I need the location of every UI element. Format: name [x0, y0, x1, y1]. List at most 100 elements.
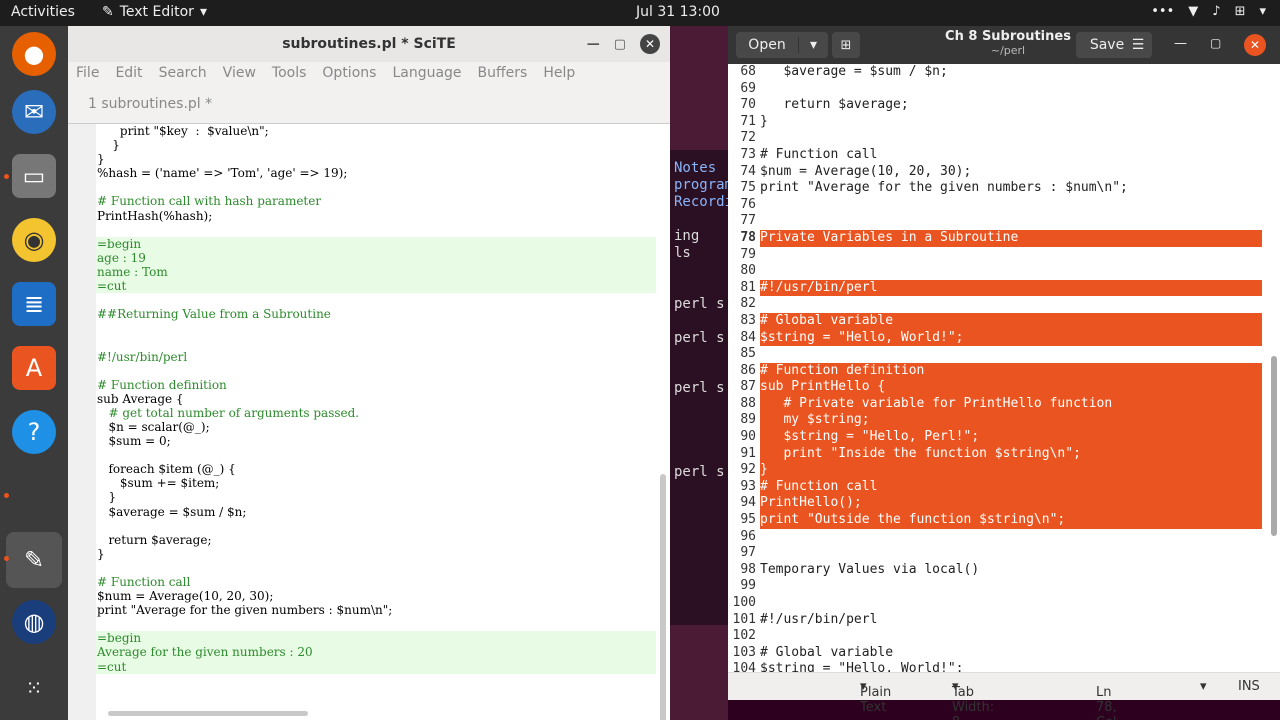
code-line[interactable]: 98 Temporary Values via local() [728, 562, 1280, 579]
code-line[interactable]: } [96, 138, 656, 152]
gedit-editor[interactable]: 68 $average = $sum / $n; 69 70 return $ave… [728, 64, 1280, 672]
line-text[interactable]: # Function call [760, 147, 877, 164]
code-line[interactable]: PrintHash(%hash); [96, 209, 656, 223]
code-line[interactable]: 80 [728, 263, 1280, 280]
gedit-headerbar[interactable]: Open ▾ ⊞ Ch 8 Subroutines ~/perl Save ☰ … [728, 26, 1280, 64]
code-line[interactable]: 79 [728, 247, 1280, 264]
line-text[interactable]: sub PrintHello { [760, 379, 1262, 396]
code-line[interactable]: 82 [728, 296, 1280, 313]
code-line[interactable]: 97 [728, 545, 1280, 562]
line-text[interactable]: print "Average for the given numbers : $… [760, 180, 1128, 197]
network-icon[interactable]: ⊞ [1235, 4, 1246, 19]
code-area[interactable]: print "$key : $value\n"; }} %hash = ('nam… [96, 124, 656, 674]
line-text[interactable]: $average = $sum / $n; [760, 64, 947, 81]
code-line[interactable]: age : 19 [96, 250, 656, 265]
code-line[interactable] [96, 519, 656, 533]
code-line[interactable]: 76 [728, 197, 1280, 214]
code-line[interactable]: $average = $sum / $n; [96, 505, 656, 519]
code-line[interactable]: #!/usr/bin/perl [96, 350, 656, 364]
code-line[interactable]: 88 # Private variable for PrintHello fun… [728, 395, 1280, 413]
line-text[interactable]: #!/usr/bin/perl [760, 612, 877, 629]
line-text[interactable]: return $average; [760, 97, 908, 114]
code-line[interactable]: print "Average for the given numbers : $… [96, 603, 656, 617]
code-line[interactable]: 91 print "Inside the function $string\n"… [728, 445, 1280, 463]
line-text[interactable]: } [760, 462, 1262, 479]
scite-editor[interactable]: print "$key : $value\n"; }} %hash = ('nam… [68, 124, 670, 720]
code-line[interactable]: $sum = 0; [96, 434, 656, 448]
code-line[interactable] [96, 293, 656, 307]
menu-tools[interactable]: Tools [272, 65, 307, 81]
code-line[interactable]: 75 print "Average for the given numbers :… [728, 180, 1280, 197]
code-line[interactable]: =cut [96, 659, 656, 674]
code-line[interactable]: =cut [96, 279, 656, 294]
menu-options[interactable]: Options [322, 65, 376, 81]
code-line[interactable]: } [96, 490, 656, 504]
code-line[interactable]: 68 $average = $sum / $n; [728, 64, 1280, 81]
line-text[interactable]: Private Variables in a Subroutine [760, 229, 1262, 247]
code-line[interactable]: 101 #!/usr/bin/perl [728, 612, 1280, 629]
app-menu[interactable]: ✎ Text Editor ▾ [102, 4, 207, 20]
line-text[interactable]: # Function call [760, 478, 1262, 496]
code-line[interactable]: 89 my $string; [728, 412, 1280, 430]
line-text[interactable]: my $string; [760, 412, 1262, 430]
menu-view[interactable]: View [223, 65, 256, 81]
code-line[interactable]: 70 return $average; [728, 97, 1280, 114]
line-text[interactable]: Temporary Values via local() [760, 562, 979, 579]
vertical-scrollbar[interactable] [660, 474, 666, 720]
code-line[interactable]: 73 # Function call [728, 147, 1280, 164]
menu-file[interactable]: File [76, 65, 99, 81]
wifi-icon[interactable]: ▼ [1188, 4, 1198, 19]
rhythmbox-icon[interactable]: ◉ [12, 218, 56, 262]
code-line[interactable]: } [96, 152, 656, 166]
scite-titlebar[interactable]: subroutines.pl * SciTE — ▢ ✕ [68, 26, 670, 62]
code-line[interactable]: 86 # Function definition [728, 362, 1280, 380]
line-text[interactable]: # Function definition [760, 362, 1262, 380]
code-line[interactable]: $num = Average(10, 20, 30); [96, 589, 656, 603]
writer-icon[interactable]: ≣ [12, 282, 56, 326]
code-line[interactable]: 78 Private Variables in a Subroutine [728, 229, 1280, 247]
code-line[interactable]: 95 print "Outside the function $string\n"… [728, 512, 1280, 529]
app-grid-icon[interactable]: ⁙ [12, 666, 56, 710]
line-text[interactable]: $string = "Hello, Perl!"; [760, 429, 1262, 446]
code-line[interactable]: 74 $num = Average(10, 20, 30); [728, 164, 1280, 181]
code-line[interactable]: print "$key : $value\n"; [96, 124, 656, 138]
line-text[interactable]: $num = Average(10, 20, 30); [760, 164, 971, 181]
text-editor-icon[interactable]: ✎ [6, 532, 62, 588]
maximize-icon[interactable]: ▢ [614, 37, 626, 52]
code-line[interactable]: 90 $string = "Hello, Perl!"; [728, 429, 1280, 446]
line-text[interactable]: print "Inside the function $string\n"; [760, 445, 1262, 463]
vertical-scrollbar[interactable] [1271, 356, 1277, 536]
hamburger-menu-icon[interactable]: ☰ [1124, 32, 1152, 58]
code-line[interactable]: =begin [96, 631, 656, 646]
chevron-down-icon[interactable]: ▾ [1259, 4, 1266, 19]
code-line[interactable]: sub Average { [96, 392, 656, 406]
code-line[interactable]: 81 #!/usr/bin/perl [728, 279, 1280, 297]
open-button[interactable]: Open ▾ [736, 32, 828, 58]
code-line[interactable]: 96 [728, 529, 1280, 546]
code-line[interactable]: 87 sub PrintHello { [728, 379, 1280, 396]
code-line[interactable]: 103 # Global variable [728, 645, 1280, 662]
globe-icon[interactable]: ◍ [12, 600, 56, 644]
line-text[interactable]: } [760, 114, 768, 131]
code-line[interactable]: 104 $string = "Hello, World!"; [728, 661, 1280, 672]
code-line[interactable]: # Function definition [96, 378, 656, 392]
code-line[interactable]: 71} [728, 114, 1280, 131]
code-line[interactable]: 83 # Global variable [728, 312, 1280, 330]
line-text[interactable]: # Global variable [760, 312, 1262, 330]
minimize-icon[interactable]: — [587, 37, 600, 52]
activities-button[interactable]: Activities [11, 4, 75, 20]
code-line[interactable]: foreach $item (@_) { [96, 462, 656, 476]
horizontal-scrollbar[interactable] [108, 711, 308, 716]
line-text[interactable]: PrintHello(); [760, 495, 1262, 513]
language-selector[interactable]: Plain Text ▾ [860, 679, 891, 715]
line-text[interactable]: $string = "Hello, World!"; [760, 329, 1262, 347]
code-line[interactable]: 100 [728, 595, 1280, 612]
firefox-icon[interactable]: ● [12, 32, 56, 76]
code-line[interactable]: $n = scalar(@_); [96, 420, 656, 434]
code-line[interactable] [96, 180, 656, 194]
code-line[interactable] [96, 321, 656, 335]
maximize-icon[interactable]: ▢ [1210, 36, 1221, 50]
more-icon[interactable]: ••• [1151, 4, 1174, 19]
code-line[interactable]: return $average; [96, 533, 656, 547]
menu-buffers[interactable]: Buffers [478, 65, 528, 81]
